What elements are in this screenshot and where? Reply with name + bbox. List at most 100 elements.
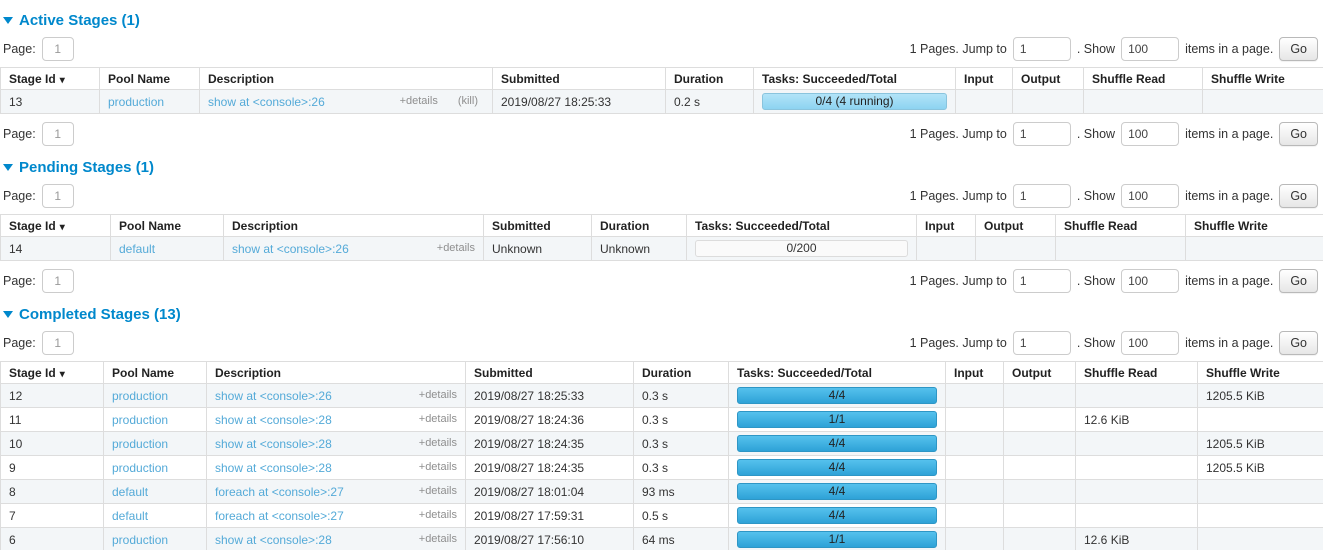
stage-description-link[interactable]: show at <console>:26	[208, 95, 325, 109]
details-toggle[interactable]: +details	[419, 437, 457, 449]
col-header-tasks-succeeded-total[interactable]: Tasks: Succeeded/Total	[754, 68, 956, 90]
jump-to-page-input[interactable]	[1013, 37, 1071, 61]
col-header-description[interactable]: Description	[200, 68, 493, 90]
col-header-tasks-succeeded-total[interactable]: Tasks: Succeeded/Total	[687, 215, 917, 237]
items-per-page-input[interactable]	[1121, 122, 1179, 146]
collapse-arrow-icon	[3, 17, 13, 24]
items-per-page-input[interactable]	[1121, 269, 1179, 293]
col-header-shuffle-read[interactable]: Shuffle Read	[1056, 215, 1186, 237]
description-cell: show at <console>:26 +details	[224, 237, 484, 261]
col-header-shuffle-write[interactable]: Shuffle Write	[1198, 362, 1323, 384]
col-header-submitted[interactable]: Submitted	[484, 215, 592, 237]
col-header-input[interactable]: Input	[956, 68, 1013, 90]
pool-name-link[interactable]: default	[112, 509, 148, 523]
jump-to-page-input[interactable]	[1013, 122, 1071, 146]
col-header-label: Tasks: Succeeded/Total	[737, 366, 872, 380]
pool-name-link[interactable]: production	[112, 389, 168, 403]
col-header-pool-name[interactable]: Pool Name	[100, 68, 200, 90]
pending-stages-heading[interactable]: Pending Stages (1)	[3, 159, 1323, 176]
col-header-shuffle-read[interactable]: Shuffle Read	[1084, 68, 1203, 90]
go-button[interactable]: Go	[1279, 122, 1318, 146]
col-header-label: Shuffle Write	[1194, 219, 1268, 233]
details-toggle[interactable]: +details	[437, 242, 475, 254]
stage-description-link[interactable]: show at <console>:26	[232, 242, 349, 256]
output-cell	[1004, 408, 1076, 432]
col-header-output[interactable]: Output	[1004, 362, 1076, 384]
completed-stages-heading[interactable]: Completed Stages (13)	[3, 306, 1323, 323]
output-cell	[1004, 384, 1076, 408]
pool-name-cell: production	[100, 90, 200, 114]
details-toggle[interactable]: +details	[419, 389, 457, 401]
col-header-submitted[interactable]: Submitted	[466, 362, 634, 384]
page-label: Page:	[3, 127, 36, 141]
submitted-cell: 2019/08/27 18:01:04	[466, 480, 634, 504]
col-header-duration[interactable]: Duration	[592, 215, 687, 237]
col-header-input[interactable]: Input	[917, 215, 976, 237]
items-per-page-input[interactable]	[1121, 331, 1179, 355]
kill-link[interactable]: (kill)	[458, 95, 478, 107]
page-input[interactable]	[42, 269, 74, 293]
col-header-description[interactable]: Description	[207, 362, 466, 384]
go-button[interactable]: Go	[1279, 184, 1318, 208]
stage-description-link[interactable]: show at <console>:28	[215, 437, 332, 451]
pool-name-link[interactable]: production	[112, 413, 168, 427]
details-toggle[interactable]: +details	[419, 485, 457, 497]
col-header-shuffle-write[interactable]: Shuffle Write	[1203, 68, 1323, 90]
pool-name-link[interactable]: default	[112, 485, 148, 499]
pool-name-cell: production	[104, 456, 207, 480]
col-header-description[interactable]: Description	[224, 215, 484, 237]
col-header-tasks-succeeded-total[interactable]: Tasks: Succeeded/Total	[729, 362, 946, 384]
items-per-page-input[interactable]	[1121, 184, 1179, 208]
details-toggle[interactable]: +details	[419, 461, 457, 473]
go-button[interactable]: Go	[1279, 37, 1318, 61]
jump-to-page-input[interactable]	[1013, 184, 1071, 208]
details-toggle[interactable]: +details	[400, 95, 438, 107]
shuffle-read-cell	[1076, 432, 1198, 456]
col-header-stage-id[interactable]: Stage Id▾	[1, 68, 100, 90]
col-header-shuffle-write[interactable]: Shuffle Write	[1186, 215, 1323, 237]
pool-name-cell: production	[104, 528, 207, 550]
page-input[interactable]	[42, 37, 74, 61]
description-cell: show at <console>:28 +details	[207, 432, 466, 456]
page-input[interactable]	[42, 331, 74, 355]
pool-name-link[interactable]: production	[112, 461, 168, 475]
col-header-stage-id[interactable]: Stage Id▾	[1, 362, 104, 384]
col-header-output[interactable]: Output	[1013, 68, 1084, 90]
stage-description-link[interactable]: show at <console>:28	[215, 461, 332, 475]
col-header-stage-id[interactable]: Stage Id▾	[1, 215, 111, 237]
stage-description-link[interactable]: show at <console>:28	[215, 413, 332, 427]
pool-name-link[interactable]: production	[112, 533, 168, 547]
col-header-duration[interactable]: Duration	[666, 68, 754, 90]
tasks-progress-bar: 1/1	[737, 531, 937, 548]
col-header-input[interactable]: Input	[946, 362, 1004, 384]
active-stages-heading[interactable]: Active Stages (1)	[3, 12, 1323, 29]
items-per-page-input[interactable]	[1121, 37, 1179, 61]
col-header-output[interactable]: Output	[976, 215, 1056, 237]
stage-description-link[interactable]: foreach at <console>:27	[215, 485, 344, 499]
output-cell	[1013, 90, 1084, 114]
jump-to-page-input[interactable]	[1013, 331, 1071, 355]
go-button[interactable]: Go	[1279, 269, 1318, 293]
output-cell	[1004, 528, 1076, 550]
page-input[interactable]	[42, 184, 74, 208]
col-header-shuffle-read[interactable]: Shuffle Read	[1076, 362, 1198, 384]
pool-name-cell: production	[104, 432, 207, 456]
details-toggle[interactable]: +details	[419, 509, 457, 521]
col-header-submitted[interactable]: Submitted	[493, 68, 666, 90]
pool-name-link[interactable]: production	[108, 95, 164, 109]
stage-description-link[interactable]: foreach at <console>:27	[215, 509, 344, 523]
jump-to-page-input[interactable]	[1013, 269, 1071, 293]
col-header-label: Submitted	[501, 72, 560, 86]
pool-name-link[interactable]: default	[119, 242, 155, 256]
pool-name-link[interactable]: production	[112, 437, 168, 451]
col-header-pool-name[interactable]: Pool Name	[104, 362, 207, 384]
details-toggle[interactable]: +details	[419, 413, 457, 425]
stage-description-link[interactable]: show at <console>:28	[215, 533, 332, 547]
stage-description-link[interactable]: show at <console>:26	[215, 389, 332, 403]
details-toggle[interactable]: +details	[419, 533, 457, 545]
col-header-duration[interactable]: Duration	[634, 362, 729, 384]
page-input[interactable]	[42, 122, 74, 146]
description-cell: show at <console>:28 +details	[207, 408, 466, 432]
col-header-pool-name[interactable]: Pool Name	[111, 215, 224, 237]
go-button[interactable]: Go	[1279, 331, 1318, 355]
